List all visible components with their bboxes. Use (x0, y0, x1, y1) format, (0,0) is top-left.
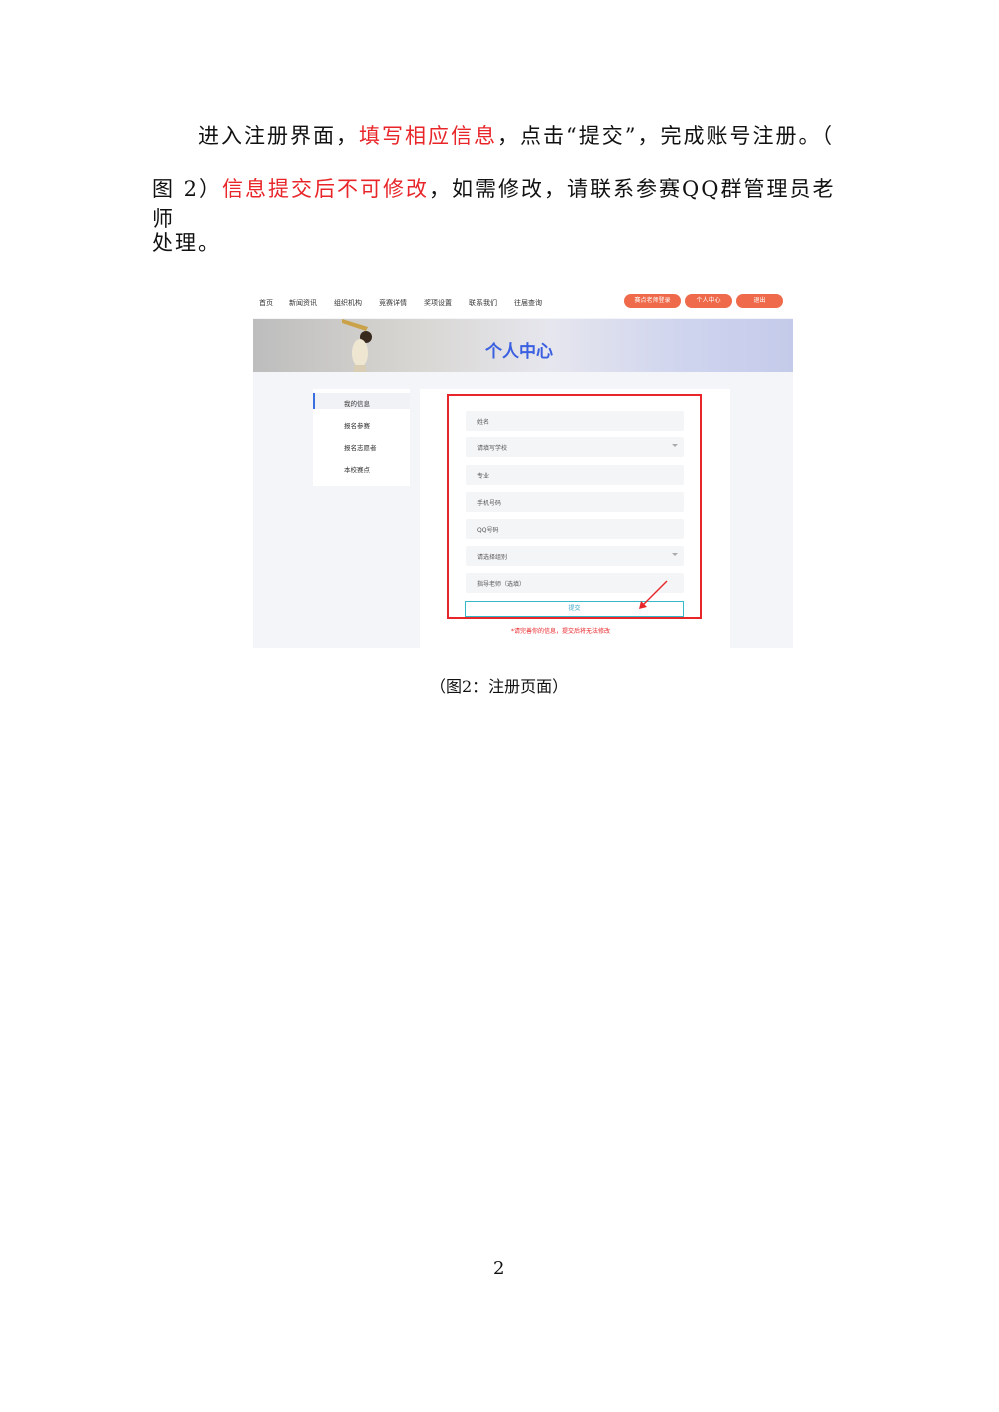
group-select[interactable]: 请选择组别 (466, 546, 684, 566)
highlight-text: 填写相应信息 (359, 124, 497, 148)
page-number: 2 (493, 1258, 505, 1279)
banner-title: 个人中心 (485, 342, 553, 362)
side-item-school-site[interactable]: 本校赛点 (344, 464, 370, 474)
side-item-register[interactable]: 报名参赛 (344, 420, 370, 430)
nav-contest[interactable]: 竞赛详情 (379, 298, 407, 308)
phone-field[interactable]: 手机号码 (466, 492, 684, 512)
chevron-down-icon (672, 444, 678, 447)
chevron-down-icon (672, 553, 678, 556)
phone-placeholder: 手机号码 (477, 500, 502, 507)
side-item-volunteer[interactable]: 报名志愿者 (344, 442, 377, 452)
major-placeholder: 专业 (477, 473, 490, 480)
figurine-image (342, 319, 372, 372)
paragraph-line-1: 进入注册界面，填写相应信息，点击“提交”，完成账号注册。（ (198, 120, 898, 150)
text-segment: 进入注册界面， (198, 124, 359, 148)
qq-field[interactable]: QQ号码 (466, 519, 684, 539)
figure-caption: （图2：注册页面） (430, 677, 569, 696)
nav-home[interactable]: 首页 (259, 298, 273, 308)
name-placeholder: 姓名 (477, 419, 490, 426)
nav-org[interactable]: 组织机构 (334, 298, 362, 308)
warning-notice: *请完善你的信息，提交后将无法修改 (511, 628, 611, 635)
embedded-screenshot: 首页 新闻资讯 组织机构 竞赛详情 奖项设置 联系我们 往届查询 赛点老师登录 … (253, 290, 793, 648)
active-indicator (313, 393, 315, 409)
teacher-login-button[interactable]: 赛点老师登录 (624, 294, 681, 308)
logout-button[interactable]: 退出 (736, 294, 783, 308)
teacher-placeholder: 指导老师（选填） (477, 581, 526, 588)
banner: 个人中心 (253, 319, 793, 372)
paragraph-line-2: 图 2）信息提交后不可修改，如需修改，请联系参赛QQ群管理员老师 (152, 173, 852, 233)
major-field[interactable]: 专业 (466, 465, 684, 485)
school-select[interactable]: 请填写学校 (466, 437, 684, 457)
nav-history[interactable]: 往届查询 (514, 298, 542, 308)
school-placeholder: 请填写学校 (477, 445, 508, 452)
paragraph-line-3: 处理。 (152, 227, 852, 257)
text-segment: 处理。 (152, 231, 221, 255)
highlight-text: 信息提交后不可修改 (222, 177, 430, 201)
text-segment: 图 2） (152, 177, 223, 201)
top-nav: 首页 新闻资讯 组织机构 竞赛详情 奖项设置 联系我们 往届查询 赛点老师登录 … (253, 290, 793, 318)
name-field[interactable]: 姓名 (466, 411, 684, 431)
group-placeholder: 请选择组别 (477, 554, 508, 561)
personal-center-button[interactable]: 个人中心 (685, 294, 732, 308)
nav-contact[interactable]: 联系我们 (469, 298, 497, 308)
side-item-my-info[interactable]: 我的信息 (344, 398, 370, 408)
side-menu: 我的信息 报名参赛 报名志愿者 本校赛点 (313, 389, 410, 486)
qq-placeholder: QQ号码 (477, 527, 499, 534)
text-segment: ，点击“提交”，完成账号注册。（ (497, 124, 834, 148)
arrow-icon (639, 580, 668, 609)
nav-awards[interactable]: 奖项设置 (424, 298, 452, 308)
nav-news[interactable]: 新闻资讯 (289, 298, 317, 308)
